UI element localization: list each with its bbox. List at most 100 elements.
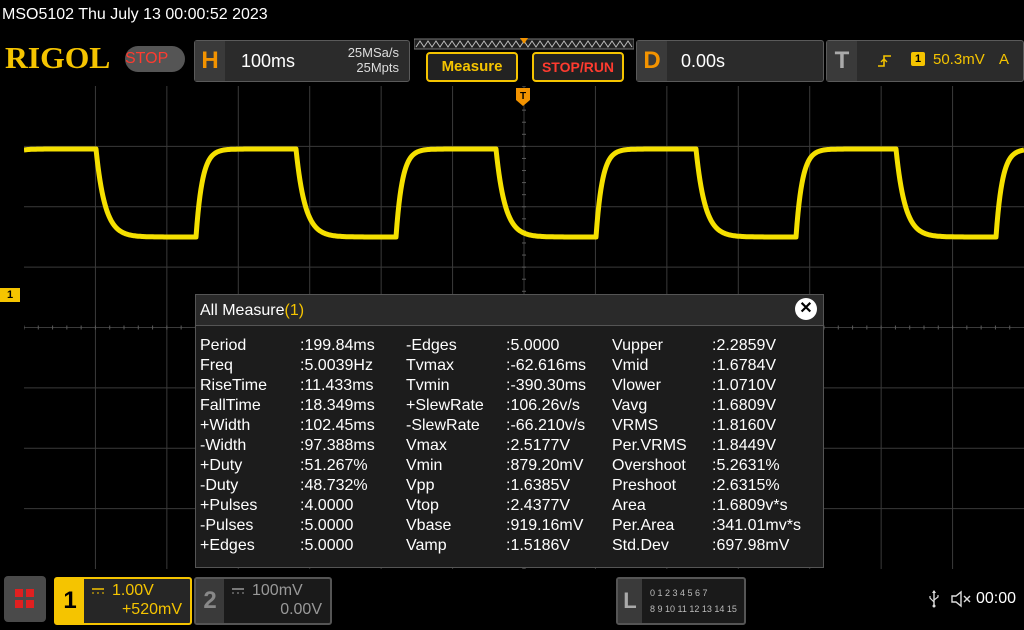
delay-panel[interactable]: D 0.00s: [636, 40, 824, 82]
grid-tick: [109, 325, 111, 330]
grid-tick: [522, 121, 526, 123]
menu-grid-icon: [15, 589, 34, 608]
grid-tick: [522, 568, 526, 569]
measure-name: Vpp: [406, 477, 435, 494]
measure-name: +Pulses: [200, 497, 258, 514]
grid-tick: [994, 325, 996, 330]
measure-name: +Duty: [200, 457, 243, 474]
measure-value: :1.8449V: [712, 437, 777, 454]
stop-run-button[interactable]: STOP/RUN: [532, 52, 624, 82]
grid-tick: [923, 325, 925, 330]
channel-1-number: 1: [56, 579, 84, 623]
grid-tick: [522, 218, 526, 220]
measure-value: :106.26v/s: [506, 397, 580, 414]
grid-tick: [522, 133, 526, 135]
measure-name: -SlewRate: [406, 417, 480, 434]
measure-name: Vtop: [406, 497, 439, 514]
window-title: MSO5102 Thu July 13 00:00:52 2023: [2, 6, 268, 23]
grid-tick: [180, 325, 182, 330]
grid-tick: [24, 325, 25, 330]
usb-icon: [929, 590, 939, 608]
measure-name: Per.Area: [612, 517, 675, 534]
measure-value: :1.6784V: [712, 357, 777, 374]
acquisition-info: 25MSa/s 25Mpts: [348, 45, 399, 75]
logic-analyzer-panel[interactable]: L 0 1 2 3 4 5 6 7 8 9 10 11 12 13 14 15: [616, 577, 746, 625]
measure-name: +SlewRate: [406, 397, 484, 414]
grid-tick: [522, 242, 526, 244]
measure-value: :48.732%: [300, 477, 368, 494]
trigger-panel[interactable]: T 1 50.3mV A: [826, 40, 1024, 82]
measure-value: :2.5177V: [506, 437, 571, 454]
measure-name: Area: [612, 497, 646, 514]
grid-tick: [866, 325, 868, 330]
memory-depth: 25Mpts: [356, 60, 399, 75]
grid-tick: [952, 325, 954, 330]
all-measure-panel: All Measure(1) ✕ Period:199.84ms Freq:5.0…: [195, 294, 824, 568]
measure-name: +Edges: [200, 537, 255, 554]
run-status-button[interactable]: STOP: [125, 46, 185, 72]
measure-button[interactable]: Measure: [426, 52, 518, 82]
grid-tick: [522, 290, 526, 292]
measure-value: :18.349ms: [300, 397, 375, 414]
grid-tick: [80, 325, 82, 330]
measure-name: Overshoot: [612, 457, 686, 474]
trigger-position-marker[interactable]: T: [516, 88, 530, 106]
grid-tick: [980, 325, 982, 330]
grid-tick: [1009, 325, 1011, 330]
measure-value: :697.98mV: [712, 537, 790, 554]
channel-1-panel[interactable]: 1 1.00V +520mV: [54, 577, 192, 625]
grid-tick: [852, 325, 854, 330]
measure-value: :5.0000: [506, 337, 560, 354]
measure-value: :1.6385V: [506, 477, 571, 494]
measure-name: Preshoot: [612, 477, 677, 494]
panel-title: All Measure(1): [200, 302, 305, 319]
measure-value: :-66.210v/s: [506, 417, 586, 434]
measure-value: :1.0710V: [712, 377, 777, 394]
measure-value: :5.0039Hz: [300, 357, 373, 374]
measure-value: :-390.30ms: [506, 377, 587, 394]
measure-value: :1.5186V: [506, 537, 571, 554]
channel-2-panel[interactable]: 2 100mV 0.00V: [194, 577, 332, 625]
grid-tick: [522, 109, 526, 111]
measure-name: Std.Dev: [612, 537, 669, 554]
measure-name: Period: [200, 337, 247, 354]
measure-value: :5.0000: [300, 517, 354, 534]
measure-value: :102.45ms: [300, 417, 375, 434]
measure-name: Tvmin: [406, 377, 450, 394]
measure-value: :5.0000: [300, 537, 354, 554]
grid-tick: [937, 325, 939, 330]
measure-name: RiseTime: [200, 377, 267, 394]
grid-tick: [123, 325, 125, 330]
measure-value: :1.6809v*s: [712, 497, 788, 514]
measure-value: :97.388ms: [300, 437, 375, 454]
measure-value: :879.20mV: [506, 457, 584, 474]
dc-coupling-icon: [92, 588, 104, 594]
measure-value: :51.267%: [300, 457, 368, 474]
measure-value: :2.6315%: [712, 477, 780, 494]
measure-value: :5.2631%: [712, 457, 780, 474]
grid-tick: [522, 194, 526, 196]
measure-value: :2.2859V: [712, 337, 777, 354]
channel-2-scale: 100mV: [252, 582, 303, 599]
measure-table: Period:199.84ms Freq:5.0039Hz RiseTime:11.…: [196, 327, 823, 565]
channel-2-offset: 0.00V: [280, 601, 322, 618]
horizontal-label: H: [195, 41, 225, 81]
measure-name: -Width: [200, 437, 247, 454]
measure-name: Vmid: [612, 357, 649, 374]
measure-name: Vlower: [612, 377, 661, 394]
measure-value: :2.4377V: [506, 497, 571, 514]
ch1-offset-marker[interactable]: 1: [0, 288, 20, 302]
close-button[interactable]: ✕: [795, 298, 817, 320]
logic-channels-row-1: 0 1 2 3 4 5 6 7: [650, 588, 708, 598]
speaker-muted-icon[interactable]: [950, 590, 972, 608]
horizontal-timebase-panel[interactable]: H 100ms 25MSa/s 25Mpts: [194, 40, 410, 82]
grid-tick: [522, 182, 526, 184]
measure-value: :919.16mV: [506, 517, 584, 534]
rising-edge-icon: [878, 55, 891, 67]
grid-tick: [522, 266, 526, 268]
delay-label: D: [637, 41, 667, 81]
measure-name: Vavg: [612, 397, 648, 414]
channel-1-scale: 1.00V: [112, 582, 154, 599]
main-menu-button[interactable]: [4, 576, 46, 622]
measure-value: :199.84ms: [300, 337, 375, 354]
